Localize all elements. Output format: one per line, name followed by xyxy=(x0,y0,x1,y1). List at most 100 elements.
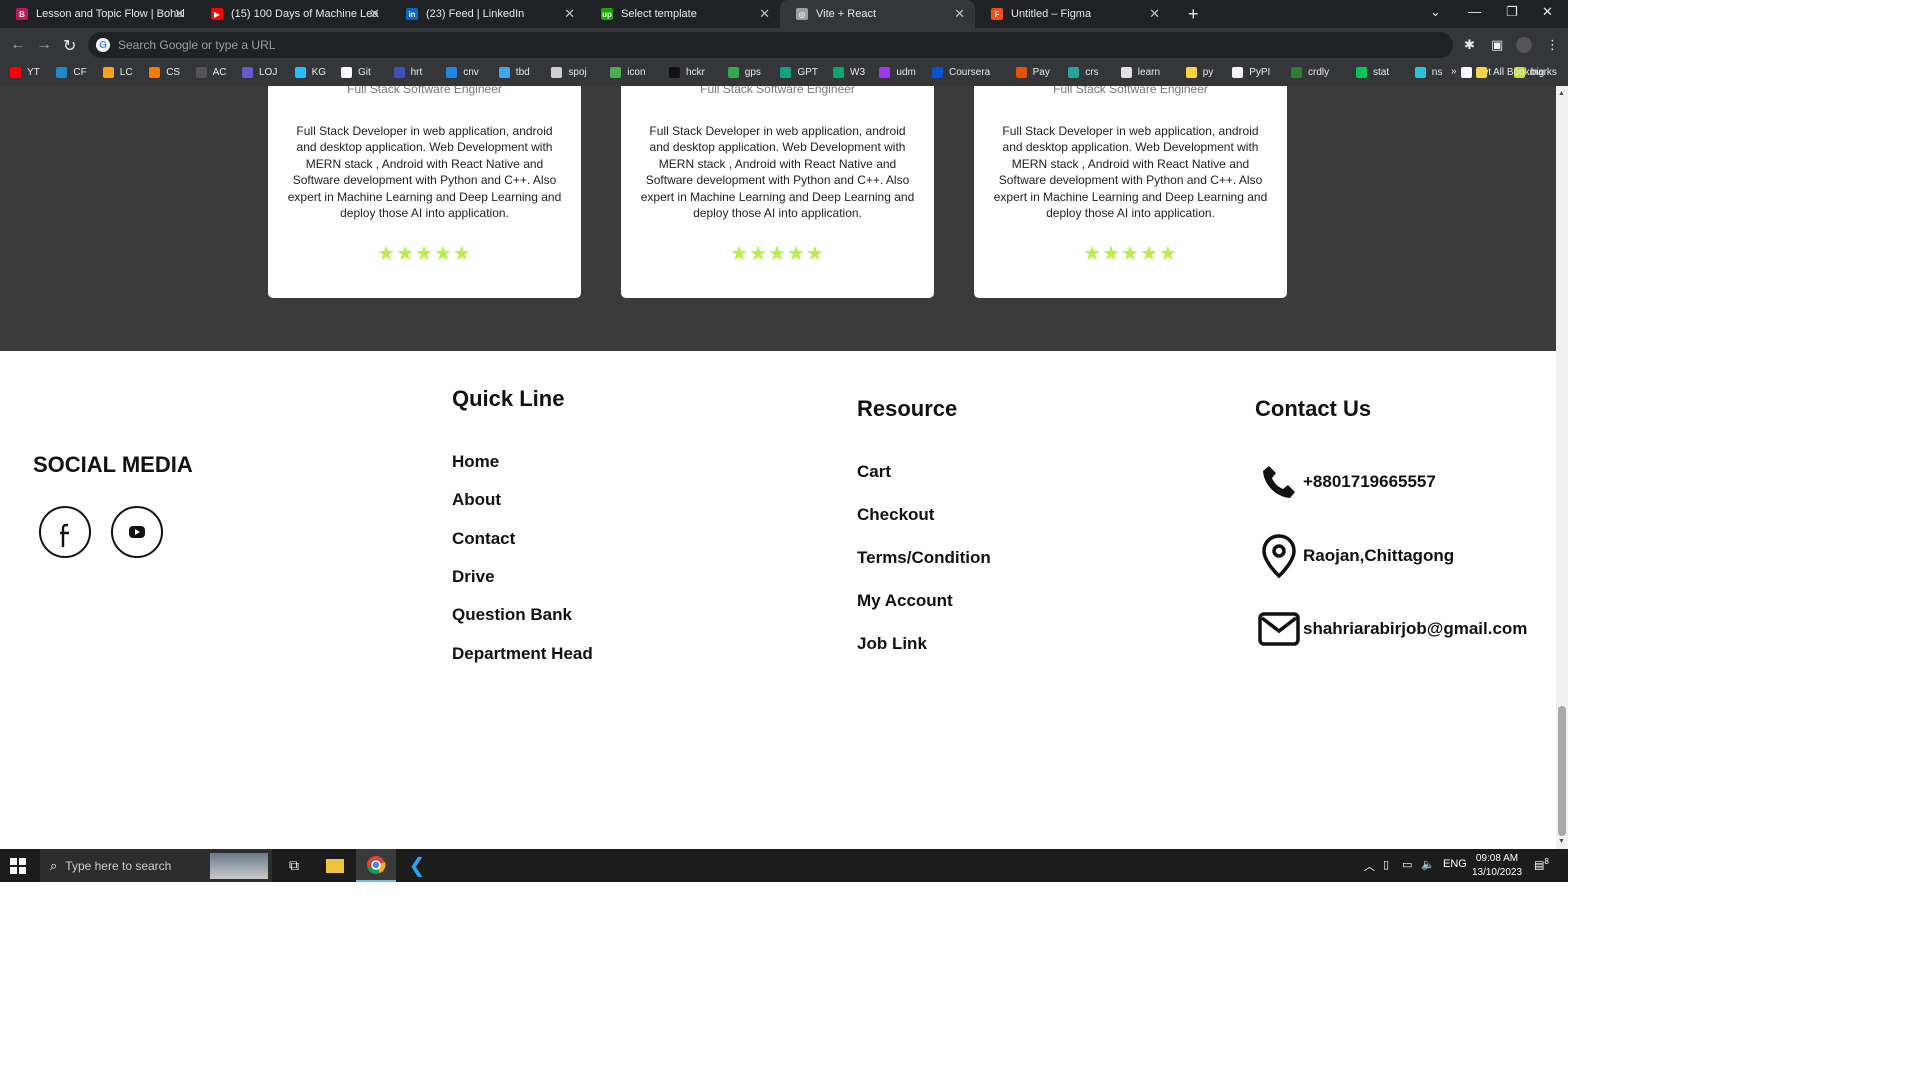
resource-link-item[interactable]: My Account xyxy=(857,591,953,611)
bookmark-favicon-icon xyxy=(341,67,352,78)
page-scrollbar[interactable]: ▲ ▼ xyxy=(1556,86,1568,849)
volume-icon[interactable]: 🔈 xyxy=(1421,858,1435,871)
browser-tab[interactable]: B Lesson and Topic Flow | Bohubri ✕ xyxy=(0,0,195,28)
bookmark-item[interactable]: ns xyxy=(1414,67,1442,78)
all-bookmarks-button[interactable]: All Bookmarks xyxy=(1476,67,1557,78)
browser-tab[interactable]: in (23) Feed | LinkedIn ✕ xyxy=(390,0,585,28)
quick-link-item[interactable]: Drive xyxy=(452,567,495,587)
contact-phone[interactable]: +8801719665557 xyxy=(1257,460,1436,504)
bookmark-item[interactable]: CS xyxy=(149,67,180,78)
tab-close-icon[interactable]: ✕ xyxy=(759,6,770,22)
bookmark-item[interactable]: PyPI xyxy=(1232,67,1270,78)
bookmark-item[interactable]: spoj xyxy=(551,67,587,78)
bookmark-favicon-icon xyxy=(393,67,405,78)
windows-taskbar: ⌕ Type here to search ⧉ ❮ ︿ ▯ ▭ 🔈 ENG 09… xyxy=(0,849,1568,882)
bookmark-item[interactable]: gps xyxy=(727,67,761,78)
bookmark-item[interactable]: Git xyxy=(341,67,371,78)
browser-tab[interactable]: F Untitled – Figma ✕ xyxy=(975,0,1170,28)
chrome-icon[interactable] xyxy=(356,849,396,882)
notifications-icon[interactable]: ▤8 xyxy=(1534,857,1549,872)
youtube-icon[interactable] xyxy=(111,506,163,558)
resource-link-item[interactable]: Checkout xyxy=(857,505,934,525)
bookmark-item[interactable]: LC xyxy=(102,67,133,78)
bookmark-item[interactable]: learn xyxy=(1120,67,1160,78)
mail-icon xyxy=(1257,607,1301,651)
bookmark-item[interactable]: cnv xyxy=(446,67,479,78)
bookmark-item[interactable]: AC xyxy=(195,67,227,78)
extensions-icon[interactable]: ✱ xyxy=(1464,37,1475,53)
browser-tab[interactable]: up Select template ✕ xyxy=(585,0,780,28)
file-explorer-icon[interactable] xyxy=(315,849,355,882)
resource-link-item[interactable]: Cart xyxy=(857,462,891,482)
system-clock[interactable]: 09:08 AM 13/10/2023 xyxy=(1466,852,1528,880)
clock-time: 09:08 AM xyxy=(1475,853,1519,864)
address-text: Raojan,Chittagong xyxy=(1303,546,1455,565)
vscode-icon[interactable]: ❮ xyxy=(397,849,437,882)
bookmark-item[interactable]: icon xyxy=(610,67,646,78)
bookmark-item[interactable]: KG xyxy=(294,67,326,78)
resource-link-item[interactable]: Terms/Condition xyxy=(857,548,991,568)
bookmark-item[interactable]: Pay xyxy=(1015,67,1050,78)
browser-tab[interactable]: ▶ (15) 100 Days of Machine Learni ✕ xyxy=(195,0,390,28)
bookmark-item[interactable]: Coursera xyxy=(932,67,990,78)
minimize-button[interactable]: — xyxy=(1468,4,1481,19)
reload-icon[interactable]: ↻ xyxy=(63,36,76,56)
star-icon: ★ xyxy=(377,243,397,265)
tab-close-icon[interactable]: ✕ xyxy=(564,6,575,22)
tray-app-icon[interactable]: ▯ xyxy=(1383,858,1389,871)
scroll-up-arrow[interactable]: ▲ xyxy=(1558,90,1565,97)
new-tab-button[interactable]: + xyxy=(1188,4,1199,25)
tab-close-icon[interactable]: ✕ xyxy=(1149,6,1160,22)
tab-search-icon[interactable]: ⌄ xyxy=(1430,4,1441,20)
taskbar-search[interactable]: ⌕ Type here to search xyxy=(40,849,272,882)
bookmark-item[interactable]: LOJ xyxy=(242,67,277,78)
restore-button[interactable]: ❐ xyxy=(1506,4,1518,20)
browser-menu-icon[interactable]: ⋮ xyxy=(1546,37,1559,53)
bookmarks-overflow-button[interactable]: » xyxy=(1451,66,1457,77)
forward-icon[interactable]: → xyxy=(36,36,52,54)
quick-link-item[interactable]: Contact xyxy=(452,529,515,549)
facebook-icon[interactable] xyxy=(39,506,91,558)
resource-link-item[interactable]: Job Link xyxy=(857,634,927,654)
bookmark-item[interactable]: stat xyxy=(1356,67,1389,78)
back-icon[interactable]: ← xyxy=(10,36,26,54)
bookmark-item[interactable]: hckr xyxy=(669,67,705,78)
bookmark-item[interactable]: py xyxy=(1185,67,1213,78)
bookmark-label: icon xyxy=(627,67,646,78)
tray-overflow-icon[interactable]: ︿ xyxy=(1364,858,1375,874)
bookmark-item[interactable]: GPT xyxy=(780,67,818,78)
bookmark-item[interactable]: udm xyxy=(879,67,916,78)
bookmark-favicon-icon xyxy=(610,67,622,78)
bookmark-item[interactable]: crs xyxy=(1068,67,1099,78)
side-panel-icon[interactable]: ▣ xyxy=(1491,37,1503,53)
windows-start-icon[interactable] xyxy=(10,858,26,874)
quick-link-item[interactable]: Home xyxy=(452,452,499,472)
tab-close-icon[interactable]: ✕ xyxy=(369,6,380,22)
language-indicator[interactable]: ENG xyxy=(1443,858,1467,870)
browser-tab[interactable]: ◎ Vite + React ✕ xyxy=(780,0,975,28)
bookmark-item[interactable]: W3 xyxy=(833,67,865,78)
scrollbar-thumb[interactable] xyxy=(1558,706,1566,836)
contact-email[interactable]: shahriarabirjob@gmail.com xyxy=(1257,607,1527,651)
bookmark-item[interactable]: hrt xyxy=(393,67,422,78)
bookmark-favicon-icon xyxy=(149,67,161,78)
tab-close-icon[interactable]: ✕ xyxy=(954,6,965,22)
tab-close-icon[interactable]: ✕ xyxy=(174,6,185,22)
address-bar-placeholder: Search Google or type a URL xyxy=(118,38,276,52)
close-window-button[interactable]: ✕ xyxy=(1542,4,1553,20)
profile-avatar[interactable] xyxy=(1516,37,1532,53)
bookmark-item[interactable]: CF xyxy=(56,67,87,78)
scroll-down-arrow[interactable]: ▼ xyxy=(1558,838,1565,845)
bookmark-favicon-icon xyxy=(102,67,114,78)
bookmark-item[interactable]: crdly xyxy=(1291,67,1329,78)
bookmark-item[interactable]: YT xyxy=(10,67,40,78)
quick-link-item[interactable]: Question Bank xyxy=(452,605,572,625)
network-icon[interactable]: ▭ xyxy=(1402,858,1412,871)
bookmark-label: hckr xyxy=(686,67,705,78)
site-footer: SOCIAL MEDIA Quick Line Home About Contact… xyxy=(0,351,1556,849)
quick-link-item[interactable]: About xyxy=(452,490,501,510)
bookmark-item[interactable]: tbd xyxy=(498,67,530,78)
address-bar[interactable]: G Search Google or type a URL xyxy=(88,32,1453,58)
task-view-icon[interactable]: ⧉ xyxy=(274,849,314,882)
quick-link-item[interactable]: Department Head xyxy=(452,644,593,664)
